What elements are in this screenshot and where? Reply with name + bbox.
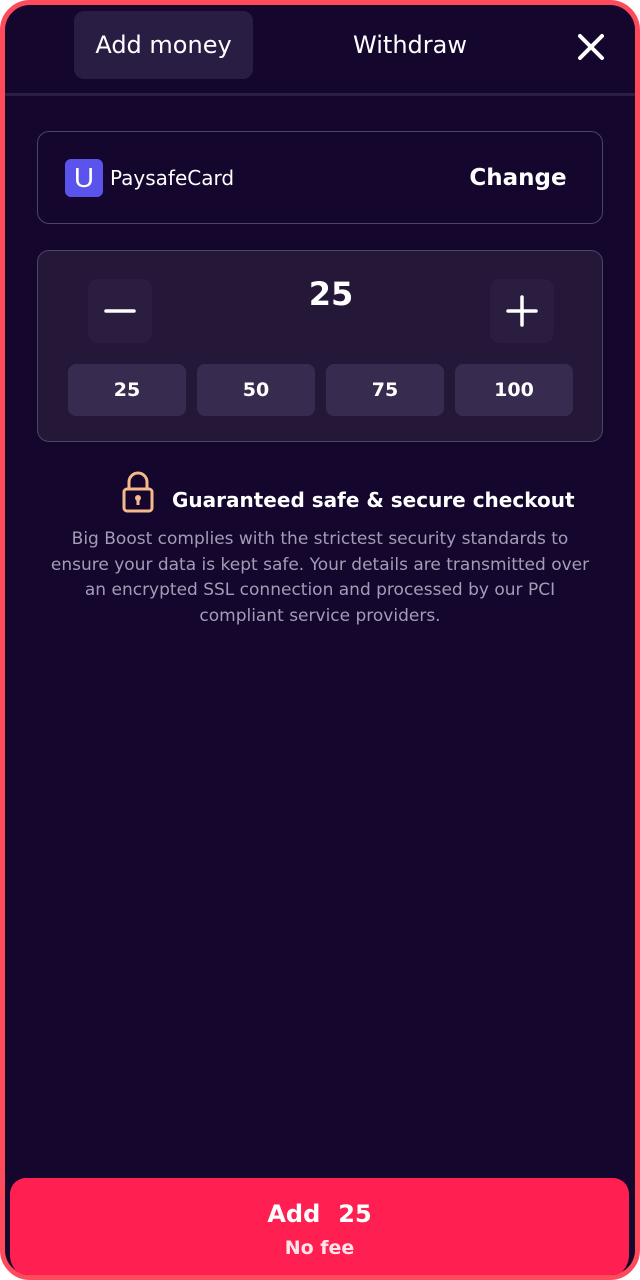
- secure-checkout-title: Guaranteed safe & secure checkout: [172, 488, 575, 512]
- add-action-label: Add: [267, 1200, 321, 1228]
- tab-withdraw[interactable]: Withdraw: [325, 11, 495, 79]
- preset-amount-button[interactable]: 25: [68, 364, 186, 416]
- increase-amount-button[interactable]: [490, 279, 554, 343]
- close-icon: [578, 34, 604, 60]
- payment-method-card: U PaysafeCard Change: [37, 131, 603, 224]
- security-description: Big Boost complies with the strictest se…: [50, 529, 590, 626]
- amount-selector: 25 25 50 75 100: [37, 250, 603, 442]
- plus-icon: [506, 295, 538, 327]
- secure-checkout-heading: Guaranteed safe & secure checkout: [5, 470, 635, 520]
- tab-bar: Add money Withdraw: [5, 5, 635, 96]
- add-button-label: Add 25: [10, 1200, 629, 1228]
- deposit-panel: Add money Withdraw U PaysafeCard Change …: [0, 0, 640, 1280]
- close-button[interactable]: [573, 29, 609, 65]
- minus-icon: [104, 309, 136, 313]
- tab-add-money[interactable]: Add money: [74, 11, 253, 79]
- change-method-button[interactable]: Change: [448, 158, 588, 198]
- payment-method-name: PaysafeCard: [110, 166, 235, 190]
- fee-label: No fee: [284, 1237, 355, 1259]
- preset-amount-button[interactable]: 75: [326, 364, 444, 416]
- preset-amount-button[interactable]: 50: [197, 364, 315, 416]
- paysafecard-logo: U: [65, 159, 103, 197]
- add-amount-label: 25: [338, 1200, 372, 1228]
- add-money-button[interactable]: Add 25 No fee: [10, 1178, 629, 1275]
- preset-amount-button[interactable]: 100: [455, 364, 573, 416]
- decrease-amount-button[interactable]: [88, 279, 152, 343]
- amount-value: 25: [308, 275, 354, 313]
- header-divider: [5, 93, 635, 96]
- lock-icon: [122, 471, 154, 513]
